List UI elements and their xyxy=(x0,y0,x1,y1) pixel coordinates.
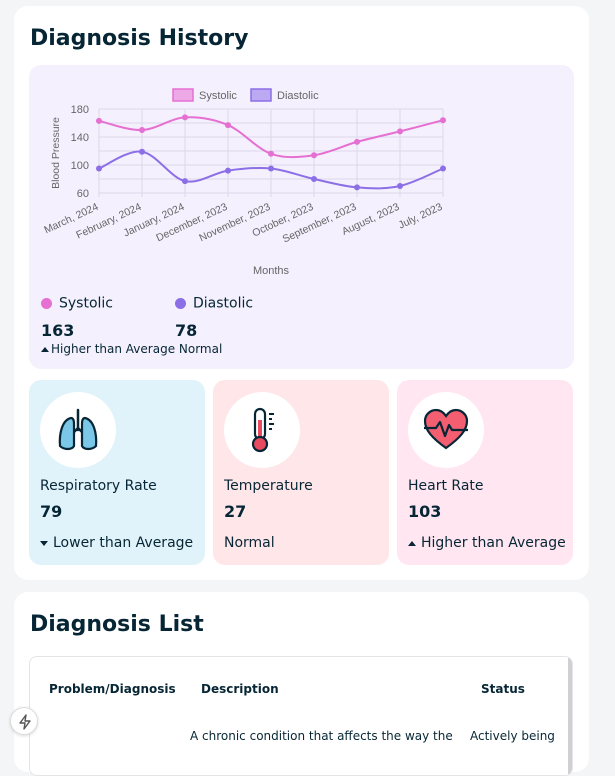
row-description: A chronic condition that affects the way… xyxy=(190,729,453,743)
bp-trend-note: Higher than Average Normal xyxy=(41,342,222,356)
diastolic-legend-swatch xyxy=(250,88,272,102)
heart-icon-circle xyxy=(408,392,484,468)
systolic-point xyxy=(354,138,360,145)
diagnosis-history-title: Diagnosis History xyxy=(30,26,249,51)
table-scroll-edge xyxy=(568,657,572,775)
systolic-point xyxy=(397,128,403,135)
diastolic-value: 78 xyxy=(175,321,198,340)
diastolic-point xyxy=(440,165,446,172)
systolic-label: Systolic xyxy=(59,295,113,312)
vital-card-respiratory-rate: Respiratory Rate 79 Lower than Average xyxy=(29,380,205,565)
systolic-point xyxy=(96,117,102,124)
diastolic-point xyxy=(311,176,317,182)
header-status: Status xyxy=(481,682,525,696)
systolic-point xyxy=(225,122,231,129)
header-problem: Problem/Diagnosis xyxy=(49,682,176,696)
vital-label: Heart Rate xyxy=(408,478,484,494)
thermometer-icon-circle xyxy=(224,392,300,468)
thermometer-icon xyxy=(251,407,274,453)
vital-note-text: Higher than Average xyxy=(421,535,566,551)
systolic-point xyxy=(440,117,446,124)
vital-label: Temperature xyxy=(224,478,313,494)
diastolic-label: Diastolic xyxy=(193,295,254,312)
systolic-dot xyxy=(41,298,52,309)
vital-note: Normal xyxy=(224,535,275,551)
y-tick-label: 100 xyxy=(71,160,89,172)
diagnosis-table[interactable]: Problem/Diagnosis Description Status A c… xyxy=(29,656,573,776)
vital-value: 79 xyxy=(40,502,63,521)
vital-label: Respiratory Rate xyxy=(40,478,157,494)
table-row[interactable]: A chronic condition that affects the way… xyxy=(30,715,572,775)
diastolic-point xyxy=(397,183,403,189)
vital-value: 27 xyxy=(224,502,247,521)
systolic-point xyxy=(311,152,317,159)
y-axis-title: Blood Pressure xyxy=(50,117,62,189)
diastolic-point xyxy=(268,165,274,172)
y-tick-label: 140 xyxy=(71,132,89,144)
systolic-summary: Systolic 163 xyxy=(41,293,113,340)
blood-pressure-chart: 60 100 140 180 March, 2024 February, 2024 Janu… xyxy=(29,65,574,369)
systolic-value: 163 xyxy=(41,321,75,340)
diastolic-point xyxy=(96,165,102,172)
systolic-legend-swatch xyxy=(172,88,194,102)
vital-note: Higher than Average xyxy=(408,535,566,551)
lungs-icon-circle xyxy=(40,392,116,468)
systolic-point xyxy=(139,127,145,133)
bp-trend-text: Higher than Average Normal xyxy=(51,342,223,356)
diagnosis-list-title: Diagnosis List xyxy=(30,612,204,637)
vital-value: 103 xyxy=(408,502,442,521)
diagnosis-history-card: Diagnosis History 60 100 140 180 March, 2024… xyxy=(14,6,589,580)
heart-icon xyxy=(423,408,469,450)
diastolic-legend-label: Diastolic xyxy=(277,90,319,102)
arrow-up-icon xyxy=(408,540,416,546)
bolt-icon xyxy=(19,714,31,730)
vital-card-temperature: Temperature 27 Normal xyxy=(213,380,389,565)
x-tick-label: July, 2023 xyxy=(397,201,445,232)
diastolic-point xyxy=(182,178,188,185)
assistant-button[interactable] xyxy=(10,707,38,735)
lungs-icon xyxy=(58,408,98,451)
header-description: Description xyxy=(201,682,279,696)
y-tick-label: 180 xyxy=(71,104,89,116)
bp-chart-svg: 60100140180March, 2024February, 2024Janu… xyxy=(42,88,446,277)
diastolic-dot xyxy=(175,298,186,309)
diastolic-point xyxy=(354,184,360,191)
systolic-point xyxy=(268,150,274,157)
y-tick-label: 60 xyxy=(77,188,89,200)
arrow-down-icon xyxy=(40,540,48,546)
diagnosis-list-card: Diagnosis List Problem/Diagnosis Descrip… xyxy=(14,592,589,776)
systolic-legend-label: Systolic xyxy=(199,90,237,102)
vital-card-heart-rate: Heart Rate 103 Higher than Average xyxy=(397,380,573,565)
row-status: Actively being xyxy=(470,729,555,743)
x-axis-title: Months xyxy=(253,265,290,277)
arrow-up-icon xyxy=(41,347,49,352)
vital-note: Lower than Average xyxy=(40,535,193,551)
diastolic-point xyxy=(139,148,145,155)
diastolic-summary: Diastolic 78 xyxy=(175,293,253,340)
vital-note-text: Lower than Average xyxy=(53,535,194,551)
diastolic-point xyxy=(225,167,231,174)
systolic-point xyxy=(182,114,188,121)
